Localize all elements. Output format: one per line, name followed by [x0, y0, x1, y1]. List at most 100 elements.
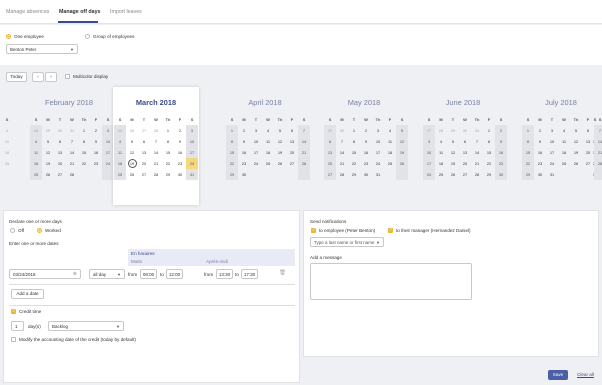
day-cell[interactable]: 30: [174, 169, 186, 180]
notify-manager-checkbox[interactable]: [388, 227, 393, 233]
day-cell[interactable]: 4: [558, 125, 570, 136]
tab-manage-off-days[interactable]: Manage off days: [59, 9, 101, 15]
day-cell[interactable]: 18: [114, 158, 126, 169]
day-cell[interactable]: 1: [522, 125, 534, 136]
day-cell[interactable]: 30: [534, 169, 546, 180]
day-cell[interactable]: 20: [138, 158, 150, 169]
day-cell[interactable]: 31: [186, 169, 198, 180]
day-cell[interactable]: 10: [250, 136, 262, 147]
day-cell[interactable]: 1: [78, 125, 90, 136]
counter-select[interactable]: Backlog ▼: [48, 321, 124, 331]
day-cell[interactable]: 5: [126, 136, 138, 147]
day-cell[interactable]: 16: [174, 147, 186, 158]
day-cell[interactable]: 22: [226, 158, 238, 169]
period-select[interactable]: all day ▼: [89, 269, 125, 279]
day-cell[interactable]: 2: [238, 125, 250, 136]
day-cell[interactable]: 5: [447, 136, 459, 147]
day-cell[interactable]: 10: [372, 136, 384, 147]
day-cell[interactable]: 23: [174, 158, 186, 169]
day-cell[interactable]: 11: [435, 147, 447, 158]
day-cell[interactable]: 14: [298, 136, 310, 147]
day-cell[interactable]: 28: [66, 169, 78, 180]
day-cell[interactable]: 22: [348, 158, 360, 169]
day-cell[interactable]: 18: [262, 147, 274, 158]
day-cell[interactable]: 7: [150, 136, 162, 147]
day-cell[interactable]: 27: [54, 169, 66, 180]
day-cell[interactable]: 23: [238, 158, 250, 169]
day-cell[interactable]: 5: [42, 136, 54, 147]
day-cell[interactable]: 25: [558, 158, 570, 169]
day-cell[interactable]: 5: [274, 125, 286, 136]
day-cell[interactable]: [396, 169, 408, 180]
day-cell[interactable]: 2: [90, 125, 102, 136]
day-cell[interactable]: 7: [66, 136, 78, 147]
day-cell[interactable]: 2: [495, 125, 507, 136]
day-cell[interactable]: 22: [78, 158, 90, 169]
day-cell[interactable]: 21: [150, 158, 162, 169]
day-cell[interactable]: 11: [262, 136, 274, 147]
day-cell[interactable]: 12: [570, 136, 582, 147]
day-cell[interactable]: 29: [324, 125, 336, 136]
day-cell[interactable]: 5: [570, 125, 582, 136]
tab-import-leaves[interactable]: Import leaves: [110, 9, 142, 15]
day-cell[interactable]: 7: [336, 136, 348, 147]
day-cell[interactable]: 1: [162, 125, 174, 136]
day-cell[interactable]: 16: [360, 147, 372, 158]
day-cell[interactable]: 27: [459, 169, 471, 180]
day-cell[interactable]: 28: [150, 169, 162, 180]
day-cell[interactable]: 16: [534, 147, 546, 158]
day-cell[interactable]: 27: [423, 125, 435, 136]
day-cell[interactable]: [384, 169, 396, 180]
day-cell[interactable]: 8: [522, 136, 534, 147]
day-cell[interactable]: 2: [360, 125, 372, 136]
day-cell[interactable]: 19: [274, 147, 286, 158]
day-cell[interactable]: 24: [423, 169, 435, 180]
day-cell[interactable]: 12: [126, 147, 138, 158]
day-cell[interactable]: 5: [396, 125, 408, 136]
day-cell[interactable]: 2: [534, 125, 546, 136]
day-cell[interactable]: 25: [30, 169, 42, 180]
day-cell[interactable]: 27: [138, 125, 150, 136]
day-cell[interactable]: 13: [324, 147, 336, 158]
day-cell[interactable]: 15: [483, 147, 495, 158]
day-cell[interactable]: 18: [558, 147, 570, 158]
day-cell[interactable]: 16: [495, 147, 507, 158]
afternoon-from-input[interactable]: 13:30: [216, 269, 233, 279]
day-cell[interactable]: 10: [546, 136, 558, 147]
day-cell[interactable]: 14: [594, 136, 602, 147]
day-cell[interactable]: 12: [42, 147, 54, 158]
day-cell[interactable]: 15: [522, 147, 534, 158]
worked-radio[interactable]: [37, 228, 42, 233]
day-cell[interactable]: 14: [66, 147, 78, 158]
day-cell[interactable]: 11: [30, 147, 42, 158]
day-cell[interactable]: 26: [447, 169, 459, 180]
day-cell[interactable]: 18: [384, 147, 396, 158]
day-cell[interactable]: 3: [250, 125, 262, 136]
day-cell[interactable]: 8: [226, 136, 238, 147]
day-cell[interactable]: 30: [54, 125, 66, 136]
day-cell[interactable]: 31: [471, 125, 483, 136]
day-cell[interactable]: 28: [435, 125, 447, 136]
clear-all-link[interactable]: Clear all: [577, 372, 594, 377]
morning-to-input[interactable]: 12:00: [166, 269, 183, 279]
day-cell[interactable]: 20: [54, 158, 66, 169]
day-cell[interactable]: 19: [447, 158, 459, 169]
modify-accounting-date-checkbox[interactable]: [11, 337, 16, 342]
day-cell[interactable]: 1: [348, 125, 360, 136]
day-cell[interactable]: 10: [186, 136, 198, 147]
day-cell[interactable]: 26: [274, 158, 286, 169]
day-cell[interactable]: 19: [42, 158, 54, 169]
day-cell[interactable]: [250, 169, 262, 180]
day-cell[interactable]: 24: [250, 158, 262, 169]
day-cell[interactable]: 25: [114, 169, 126, 180]
day-cell[interactable]: 20: [286, 147, 298, 158]
day-cell[interactable]: 1: [483, 125, 495, 136]
day-cell[interactable]: 4: [262, 125, 274, 136]
day-cell[interactable]: 12: [447, 147, 459, 158]
day-cell[interactable]: [298, 169, 310, 180]
day-cell[interactable]: 27: [324, 169, 336, 180]
day-cell[interactable]: 11: [114, 147, 126, 158]
day-cell[interactable]: 26: [570, 158, 582, 169]
day-cell[interactable]: 20: [459, 158, 471, 169]
day-cell[interactable]: 8: [162, 136, 174, 147]
